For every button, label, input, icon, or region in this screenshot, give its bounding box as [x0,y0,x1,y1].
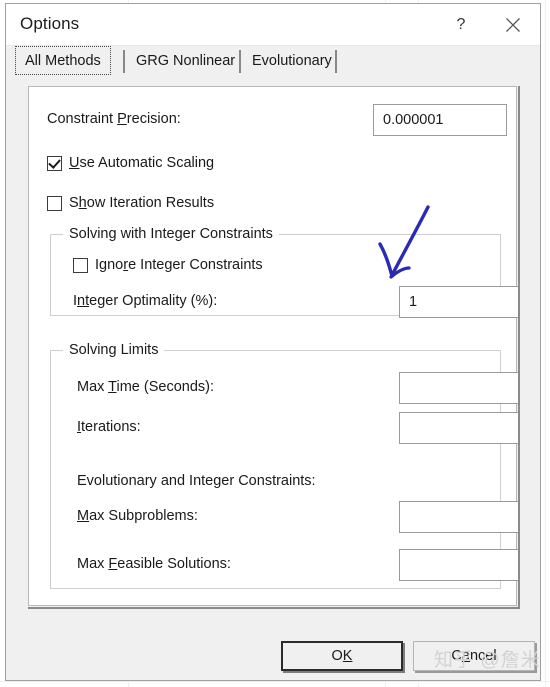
max-subproblems-input[interactable] [399,501,519,533]
options-dialog: Options ? All Methods GRG Nonlinear Evol… [5,3,541,681]
integer-optimality-value: 1 [409,294,418,310]
ok-button-label: OK [331,648,353,664]
ignore-integer-constraints-label: Ignore Integer Constraints [95,257,263,273]
constraint-precision-label: Constraint Precision: [47,111,181,127]
tab-grg-nonlinear[interactable]: GRG Nonlinear [127,48,244,74]
max-subproblems-label: Max Subproblems: [77,508,198,524]
integer-optimality-label: Integer Optimality (%): [73,293,218,309]
use-automatic-scaling-label: Use Automatic Scaling [69,155,215,171]
solving-limits-group: Solving Limits Max Time (Seconds): Itera… [50,342,519,589]
show-iteration-results-checkbox[interactable]: Show Iteration Results [47,195,214,211]
dialog-title: Options [20,14,80,33]
tab-separator-2 [239,50,241,73]
evolutionary-heading: Evolutionary and Integer Constraints: [77,473,316,489]
tab-all-methods-label: All Methods [25,52,101,69]
tab-content-panel: Constraint Precision: 0.000001 Use Autom… [28,86,519,606]
constraint-precision-label-pre: Constraint [47,111,118,127]
close-button[interactable] [490,4,536,45]
dialog-titlebar: Options ? [6,4,540,46]
tab-separator-1 [123,50,125,73]
constraint-precision-input[interactable]: 0.000001 [373,104,507,136]
constraint-precision-value: 0.000001 [383,112,444,128]
max-feasible-solutions-input[interactable] [399,549,519,581]
checkbox-box-icon [47,195,62,211]
tab-separator-3 [335,50,337,73]
constraint-precision-label-post: recision: [126,111,181,127]
max-time-input[interactable] [399,372,519,404]
integer-constraints-group: Solving with Integer Constraints Ignore … [50,226,519,318]
question-mark-icon: ? [456,15,466,33]
show-iteration-results-label: Show Iteration Results [69,195,215,211]
tab-evolutionary-label: Evolutionary [252,53,332,69]
help-button[interactable]: ? [438,4,484,45]
tab-all-methods[interactable]: All Methods [15,46,111,75]
close-x-icon [506,17,520,32]
tab-evolutionary[interactable]: Evolutionary [243,48,341,74]
tab-grg-nonlinear-label: GRG Nonlinear [136,53,236,69]
cancel-button[interactable]: Cancel [413,641,535,671]
solving-limits-group-title: Solving Limits [63,342,165,358]
checkbox-box-icon [47,155,62,171]
ignore-integer-constraints-checkbox[interactable]: Ignore Integer Constraints [73,257,263,273]
integer-constraints-group-title: Solving with Integer Constraints [63,226,279,242]
max-feasible-solutions-label: Max Feasible Solutions: [77,556,231,572]
constraint-precision-label-accel: P [117,111,127,127]
max-time-label: Max Time (Seconds): [77,379,215,395]
iterations-input[interactable] [399,412,519,444]
cancel-button-label: Cancel [451,648,497,664]
iterations-label: Iterations: [77,419,141,435]
integer-optimality-input[interactable]: 1 [399,286,519,318]
checkbox-box-icon [73,257,88,273]
use-automatic-scaling-checkbox[interactable]: Use Automatic Scaling [47,155,214,171]
ok-button[interactable]: OK [281,641,403,671]
tab-strip: All Methods GRG Nonlinear Evolutionary [15,46,531,75]
